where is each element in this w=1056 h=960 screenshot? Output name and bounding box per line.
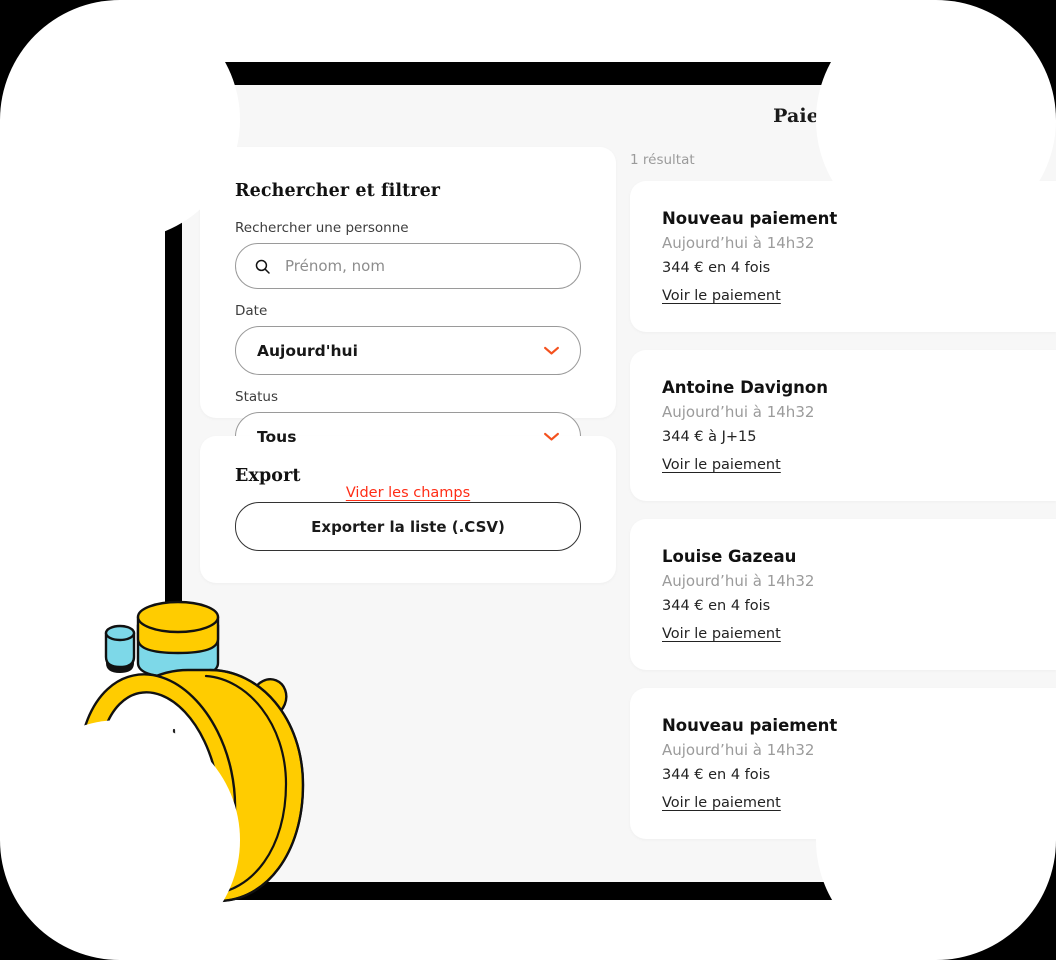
payment-timestamp: Aujourd’hui à 14h32 [662, 741, 815, 759]
search-and-filter-card: Rechercher et filtrer Rechercher une per… [200, 147, 616, 501]
payment-amount: 344 € à J+15 [662, 429, 757, 445]
screen-body: Rechercher et filtrer Rechercher une per… [182, 147, 1056, 882]
search-input-placeholder: Prénom, nom [285, 257, 385, 275]
status-field-label: Status [235, 389, 279, 405]
payment-amount: 344 € en 4 fois [662, 598, 771, 614]
view-payment-link[interactable]: Voir le paiement [662, 795, 781, 811]
status-select-value: Tous [257, 427, 297, 446]
page-root: Paiements Rechercher et filtrer Recherch… [0, 0, 1056, 960]
payment-amount: 344 € en 4 fois [662, 767, 771, 783]
payment-timestamp: Aujourd’hui à 14h32 [662, 403, 815, 421]
export-card: Export Exporter la liste (.CSV) [200, 436, 616, 583]
payment-card[interactable]: Nouveau paiement Aujourd’hui à 14h32 344… [630, 181, 1056, 332]
search-icon [255, 259, 270, 274]
view-payment-link[interactable]: Voir le paiement [662, 457, 781, 473]
payment-card[interactable]: Louise Gazeau Aujourd’hui à 14h32 344 € … [630, 519, 1056, 670]
chevron-down-icon [544, 432, 559, 441]
export-csv-button[interactable]: Exporter la liste (.CSV) [235, 502, 581, 551]
payment-name: Antoine Davignon [662, 378, 828, 397]
payment-name: Nouveau paiement [662, 716, 838, 735]
payment-name: Louise Gazeau [662, 547, 797, 566]
page-title: Paiements [773, 105, 885, 127]
date-field-label: Date [235, 303, 268, 319]
device-screen: Paiements Rechercher et filtrer Recherch… [182, 85, 1056, 882]
date-select[interactable]: Aujourd'hui [235, 326, 581, 375]
payment-card[interactable]: Antoine Davignon Aujourd’hui à 14h32 344… [630, 350, 1056, 501]
result-count: 1 résultat [630, 152, 695, 168]
page-corner-mask [0, 0, 240, 240]
date-select-value: Aujourd'hui [257, 341, 358, 360]
clear-fields-link[interactable]: Vider les champs [346, 485, 470, 501]
payment-timestamp: Aujourd’hui à 14h32 [662, 572, 815, 590]
view-payment-link[interactable]: Voir le paiement [662, 288, 781, 304]
payment-name: Nouveau paiement [662, 209, 838, 228]
page-corner-mask [0, 720, 240, 960]
search-input[interactable]: Prénom, nom [235, 243, 581, 289]
payment-timestamp: Aujourd’hui à 14h32 [662, 234, 815, 252]
left-column: Rechercher et filtrer Rechercher une per… [200, 147, 616, 583]
chevron-down-icon [544, 346, 559, 355]
filter-card-title: Rechercher et filtrer [235, 181, 441, 201]
screen-header: Paiements [182, 85, 1056, 147]
right-column: 1 résultat Nouveau paiement Aujourd’hui … [630, 147, 1056, 857]
payment-card[interactable]: Nouveau paiement Aujourd’hui à 14h32 344… [630, 688, 1056, 839]
view-payment-link[interactable]: Voir le paiement [662, 626, 781, 642]
payment-amount: 344 € en 4 fois [662, 260, 771, 276]
search-field-label: Rechercher une personne [235, 220, 409, 236]
